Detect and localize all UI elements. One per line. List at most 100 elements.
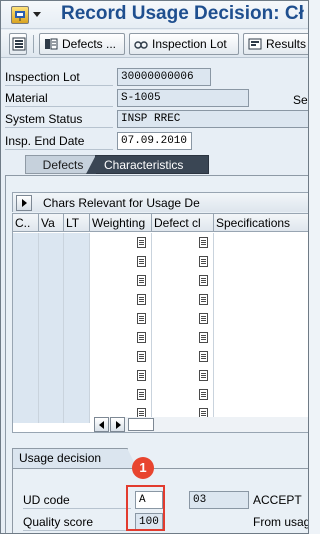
table-cell[interactable] [64,290,90,309]
table-cell[interactable] [90,347,152,366]
column-header-char[interactable]: C.. [13,214,39,232]
table-cell[interactable] [13,347,39,366]
table-cell[interactable] [13,366,39,385]
table-cell[interactable] [13,385,39,404]
table-cell[interactable] [214,347,308,366]
table-cell[interactable] [64,252,90,271]
table-cell[interactable] [64,404,90,423]
table-cell[interactable] [64,309,90,328]
table-cell[interactable] [39,252,64,271]
system-menu[interactable] [9,5,43,25]
table-cell[interactable] [64,347,90,366]
results-button[interactable]: Results [243,33,308,55]
table-cell[interactable] [64,233,90,252]
horizontal-scrollbar[interactable] [94,417,308,432]
document-icon[interactable] [137,237,146,248]
usage-decision-tab[interactable]: Usage decision [12,448,137,468]
inspection-lot-field[interactable]: 30000000006 [117,68,211,86]
table-cell[interactable] [152,252,214,271]
table-cell[interactable] [152,385,214,404]
table-cell[interactable] [90,366,152,385]
table-cell[interactable] [39,233,64,252]
table-row[interactable] [13,347,308,366]
document-icon[interactable] [137,256,146,267]
table-row[interactable] [13,252,308,271]
table-cell[interactable] [152,347,214,366]
table-cell[interactable] [90,290,152,309]
table-cell[interactable] [13,290,39,309]
system-status-field[interactable]: INSP RREC [117,110,308,128]
table-row[interactable] [13,309,308,328]
expand-icon[interactable] [16,195,32,211]
tab-characteristics[interactable]: Characteristics [86,155,209,174]
document-icon[interactable] [199,370,208,381]
table-cell[interactable] [152,271,214,290]
document-icon[interactable] [199,389,208,400]
table-cell[interactable] [214,385,308,404]
table-cell[interactable] [13,252,39,271]
insp-end-date-field[interactable]: 07.09.2010 [117,132,192,150]
column-header-defect-class[interactable]: Defect cl [152,214,214,232]
table-cell[interactable] [214,233,308,252]
document-icon[interactable] [199,256,208,267]
scroll-left-icon[interactable] [94,417,109,432]
table-cell[interactable] [39,366,64,385]
scroll-right-icon[interactable] [110,417,125,432]
table-cell[interactable] [13,233,39,252]
table-cell[interactable] [39,309,64,328]
table-cell[interactable] [13,404,39,423]
column-header-weighting[interactable]: Weighting [90,214,152,232]
table-cell[interactable] [152,233,214,252]
column-header-specifications[interactable]: Specifications [214,214,308,232]
document-icon[interactable] [199,351,208,362]
document-icon[interactable] [199,332,208,343]
table-cell[interactable] [90,328,152,347]
table-cell[interactable] [214,252,308,271]
inspection-lot-button[interactable]: Inspection Lot [129,33,239,55]
table-cell[interactable] [214,309,308,328]
table-row[interactable] [13,290,308,309]
table-cell[interactable] [90,233,152,252]
table-cell[interactable] [13,328,39,347]
table-row[interactable] [13,328,308,347]
document-icon[interactable] [137,294,146,305]
table-row[interactable] [13,271,308,290]
table-cell[interactable] [39,385,64,404]
document-icon[interactable] [137,313,146,324]
document-icon[interactable] [199,275,208,286]
table-cell[interactable] [90,385,152,404]
table-cell[interactable] [214,290,308,309]
table-cell[interactable] [39,328,64,347]
table-cell[interactable] [214,328,308,347]
table-cell[interactable] [90,252,152,271]
table-cell[interactable] [214,366,308,385]
document-icon[interactable] [137,389,146,400]
table-row[interactable] [13,385,308,404]
table-cell[interactable] [39,347,64,366]
table-cell[interactable] [214,271,308,290]
document-icon[interactable] [199,313,208,324]
table-cell[interactable] [39,271,64,290]
table-cell[interactable] [90,271,152,290]
material-field[interactable]: S-1005 [117,89,249,107]
table-row[interactable] [13,233,308,252]
table-row[interactable] [13,366,308,385]
document-icon[interactable] [199,237,208,248]
table-cell[interactable] [152,309,214,328]
document-icon[interactable] [199,294,208,305]
scroll-thumb[interactable] [128,418,154,431]
document-icon[interactable] [137,332,146,343]
ud-code-number-field[interactable]: 03 [189,491,249,509]
table-cell[interactable] [64,328,90,347]
table-cell[interactable] [64,366,90,385]
column-header-va[interactable]: Va [39,214,64,232]
overview-button[interactable] [9,33,27,55]
table-cell[interactable] [13,309,39,328]
table-cell[interactable] [152,290,214,309]
table-cell[interactable] [152,366,214,385]
table-cell[interactable] [90,309,152,328]
document-icon[interactable] [137,351,146,362]
table-cell[interactable] [152,328,214,347]
defects-button[interactable]: Defects ... [39,33,125,55]
column-header-lt[interactable]: LT [64,214,90,232]
